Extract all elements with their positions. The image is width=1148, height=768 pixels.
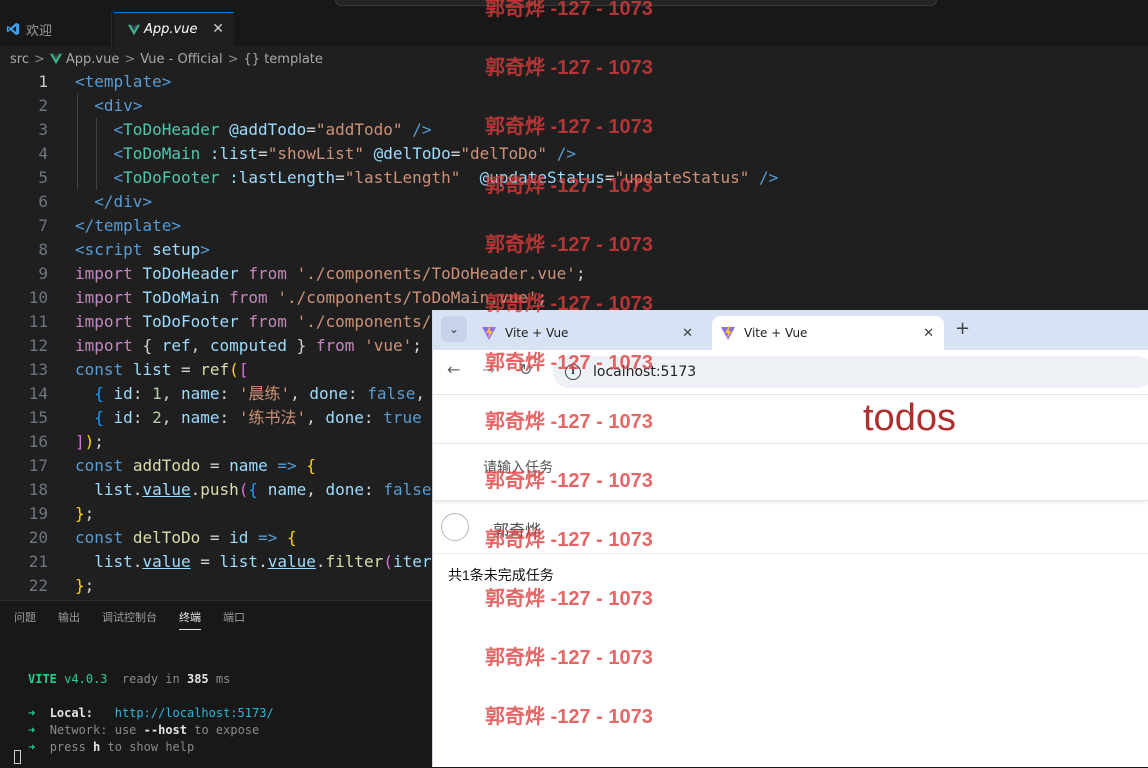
tab-terminal[interactable]: 终端 xyxy=(179,609,201,630)
browser-tab-title: Vite + Vue xyxy=(505,326,569,340)
breadcrumb-symbol[interactable]: {} template xyxy=(244,52,323,67)
new-todo-input[interactable] xyxy=(481,458,985,476)
browser-tab[interactable]: Vite + Vue ✕ xyxy=(477,316,703,350)
tab-app-vue-label: App.vue xyxy=(144,22,198,37)
code-line: 5 <ToDoFooter :lastLength="lastLength" @… xyxy=(38,168,779,187)
terminal-line: VITE v4.0.3 ready in 385 ms xyxy=(28,672,231,686)
code-line: 9 import ToDoHeader from './components/To… xyxy=(38,264,586,283)
browser-tab-bar: ⌄ Vite + Vue ✕ Vite + Vue ✕ + xyxy=(433,310,1148,350)
chevron-right-icon: > xyxy=(227,51,239,67)
tab-welcome[interactable]: 欢迎 xyxy=(0,12,112,46)
site-info-icon[interactable]: i xyxy=(565,364,581,380)
vite-favicon-icon xyxy=(721,326,735,340)
todo-app: todos 郭奇烨 共1条未完成任务 xyxy=(433,395,1148,767)
forward-arrow-icon[interactable]: → xyxy=(482,360,495,379)
vue-file-icon xyxy=(128,24,140,35)
command-center[interactable] xyxy=(335,0,937,6)
terminal-cursor xyxy=(14,750,21,764)
tab-search-chevron-icon[interactable]: ⌄ xyxy=(441,316,467,342)
code-line: 6 </div> xyxy=(38,192,153,211)
close-icon[interactable]: ✕ xyxy=(923,326,934,341)
vue-file-icon xyxy=(49,53,62,65)
todo-title: todos xyxy=(863,397,956,439)
terminal-line: ➜ Network: use --host to expose xyxy=(28,723,260,737)
terminal-line: ➜ press h to show help xyxy=(28,740,195,754)
todo-count: 共1条未完成任务 xyxy=(448,567,554,583)
vite-favicon-icon xyxy=(482,326,496,340)
code-line: 2 <div> xyxy=(38,96,143,115)
breadcrumb-language[interactable]: Vue - Official xyxy=(140,52,222,67)
chevron-right-icon: > xyxy=(33,51,45,67)
todo-label: 郭奇烨 xyxy=(493,523,542,540)
todo-toggle-checkbox[interactable] xyxy=(441,513,469,541)
close-icon[interactable]: ✕ xyxy=(212,21,224,37)
browser-window: ⌄ Vite + Vue ✕ Vite + Vue ✕ + ← → ↻ i lo… xyxy=(433,310,1148,767)
browser-tab-title: Vite + Vue xyxy=(744,326,808,340)
code-line: 7 </template> xyxy=(38,216,181,235)
reload-icon[interactable]: ↻ xyxy=(519,360,532,379)
breadcrumb-file[interactable]: App.vue xyxy=(66,52,119,67)
close-icon[interactable]: ✕ xyxy=(682,326,693,341)
address-url: localhost:5173 xyxy=(593,364,697,380)
breadcrumb: src > App.vue > Vue - Official > {} temp… xyxy=(10,50,323,68)
tab-ports[interactable]: 端口 xyxy=(223,609,245,630)
chevron-right-icon: > xyxy=(124,51,136,67)
tab-debug-console[interactable]: 调试控制台 xyxy=(102,609,157,630)
code-line: 3 <ToDoHeader @addTodo="addTodo" /> xyxy=(38,120,432,139)
code-line: 10 import ToDoMain from './components/ToD… xyxy=(28,288,548,307)
breadcrumb-src[interactable]: src xyxy=(10,52,29,67)
terminal-line: ➜ Local: http://localhost:5173/ xyxy=(28,706,274,720)
panel-tabs: 问题 输出 调试控制台 终端 端口 xyxy=(14,609,267,630)
tab-problems[interactable]: 问题 xyxy=(14,609,36,630)
code-line: 8 <script setup> xyxy=(38,240,210,259)
code-line: 1 <template> xyxy=(38,72,172,91)
vscode-logo-icon xyxy=(6,22,20,36)
browser-toolbar: ← → ↻ i localhost:5173 xyxy=(433,350,1148,395)
todo-item: 郭奇烨 xyxy=(433,505,1148,554)
tab-welcome-label: 欢迎 xyxy=(26,23,53,39)
address-bar[interactable]: i localhost:5173 xyxy=(553,356,1148,388)
new-todo-container xyxy=(433,443,1148,501)
code-line: 4 <ToDoMain :list="showList" @delToDo="d… xyxy=(38,144,576,163)
tab-output[interactable]: 输出 xyxy=(58,609,80,630)
browser-tab-active[interactable]: Vite + Vue ✕ xyxy=(712,316,944,350)
back-arrow-icon[interactable]: ← xyxy=(447,360,460,379)
new-tab-plus-icon[interactable]: + xyxy=(955,318,970,339)
tab-app-vue[interactable]: App.vue ✕ xyxy=(114,12,234,46)
